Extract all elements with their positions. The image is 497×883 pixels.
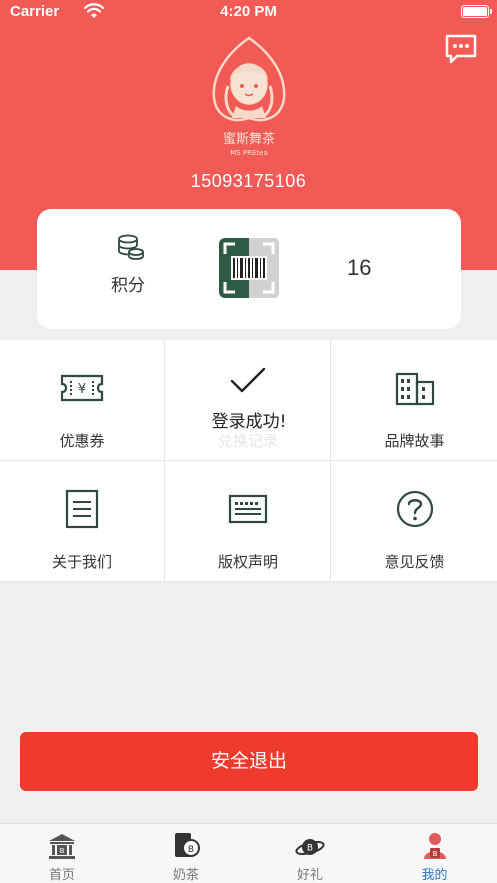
tab-milk-tea[interactable]: B 奶茶 [124,824,248,883]
menu-item-brand-story[interactable]: 品牌故事 [332,340,497,461]
checkmark-icon [229,366,267,396]
menu-item-about-us-label: 关于我们 [51,553,112,571]
document-icon [60,489,104,529]
tab-gifts-label: 好礼 [296,868,323,883]
points-card: 积分 16 [37,209,461,329]
menu-item-about-us[interactable]: 关于我们 [0,461,165,582]
toast-message: 登录成功! [211,412,287,432]
chat-bubble-icon[interactable] [444,33,478,65]
keyboard-icon [226,489,270,529]
menu-item-feedback-label: 意见反馈 [384,553,445,571]
status-bar: Carrier 4:20 PM [0,0,497,24]
coins-stack-icon [117,233,145,261]
question-icon [393,489,437,529]
tab-home-label: 首页 [48,868,75,883]
milk-tea-icon: B [171,831,201,861]
menu-item-coupons-label: 优惠券 [59,432,105,450]
logout-button[interactable]: 安全退出 [20,732,478,791]
coupon-ticket-icon: ¥ [60,368,104,408]
svg-text:B: B [188,845,194,855]
barcode-scan-button[interactable] [219,238,279,298]
clock-time: 4:20 PM [220,3,277,20]
menu-item-copyright-label: 版权声明 [217,553,278,571]
building-icon [393,368,437,408]
brand-logo: 蜜斯舞茶 MS PREtea [206,36,292,158]
svg-text:B: B [432,850,437,858]
brand-logo-text-cn: 蜜斯舞茶 [223,131,275,147]
tab-bar: B 首页 B 奶茶 B 好礼 B 我的 [0,823,497,883]
points-label: 积分 [111,276,145,296]
menu-item-copyright[interactable]: 版权声明 [166,461,331,582]
menu-item-coupons[interactable]: ¥ 优惠券 [0,340,165,461]
tab-milk-tea-label: 奶茶 [172,868,199,883]
login-success-toast: 登录成功! [196,352,302,448]
tab-home[interactable]: B 首页 [0,824,124,883]
battery-icon [461,5,492,18]
tab-gifts[interactable]: B 好礼 [248,824,372,883]
points-value: 16 [347,255,372,280]
tab-mine-label: 我的 [421,868,448,883]
brand-logo-text-en: MS PREtea [230,149,268,157]
svg-text:B: B [307,844,313,854]
user-phone-number: 15093175106 [190,171,307,191]
menu-item-feedback[interactable]: 意见反馈 [332,461,497,582]
svg-text:¥: ¥ [78,382,86,397]
tab-mine[interactable]: B 我的 [372,824,497,883]
menu-item-brand-story-label: 品牌故事 [384,432,445,450]
user-profile-icon: B [420,831,450,861]
planet-gift-icon: B [295,831,325,861]
barcode-scan-icon [219,238,279,298]
bank-home-icon: B [47,831,77,861]
svg-text:B: B [60,847,65,855]
